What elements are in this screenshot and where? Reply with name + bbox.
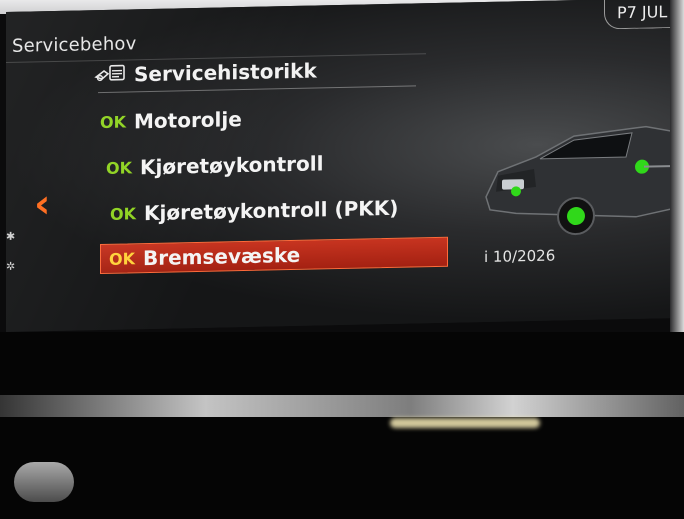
- vehicle-image: [476, 98, 670, 246]
- side-icon: ✲: [6, 259, 16, 273]
- page-title: Servicebehov: [12, 33, 137, 57]
- list-item-bremsevaeske[interactable]: OK Bremsevæske: [100, 236, 448, 275]
- list-item-motorolje[interactable]: OK Motorolje: [100, 107, 242, 134]
- list-item-kjoretoykontroll[interactable]: OK Kjøretøykontroll: [106, 151, 323, 180]
- status-ok: OK: [109, 248, 135, 269]
- status-ok: OK: [106, 157, 132, 178]
- next-service-date: i 10/2026: [484, 246, 556, 266]
- list-item-kjoretoykontroll-pkk[interactable]: OK Kjøretøykontroll (PKK): [110, 196, 398, 226]
- side-icon: ✱: [6, 229, 16, 243]
- control-knob: [14, 462, 74, 502]
- service-history-icon: [94, 61, 128, 88]
- item-label: Kjøretøykontroll (PKK): [144, 195, 399, 226]
- chrome-trim: [0, 395, 684, 417]
- dashboard-lower: [0, 332, 684, 519]
- service-history-label: Servicehistorikk: [134, 58, 317, 87]
- side-icon-strip: ✱ ✲: [6, 222, 20, 292]
- display-screen: Servicebehov P7 JUL Servicehistorikk OK …: [6, 0, 670, 332]
- item-label: Bremsevæske: [143, 242, 301, 271]
- service-history-header[interactable]: Servicehistorikk: [94, 57, 317, 88]
- item-label: Kjøretøykontroll: [140, 151, 324, 180]
- date-text: P7 JUL: [617, 2, 668, 23]
- item-label: Motorolje: [134, 107, 242, 134]
- status-ok: OK: [100, 111, 126, 132]
- light-reflection: [390, 418, 540, 428]
- date-tab: P7 JUL: [604, 0, 670, 30]
- status-ok: OK: [110, 203, 136, 224]
- chevron-left-icon[interactable]: ‹: [34, 181, 50, 227]
